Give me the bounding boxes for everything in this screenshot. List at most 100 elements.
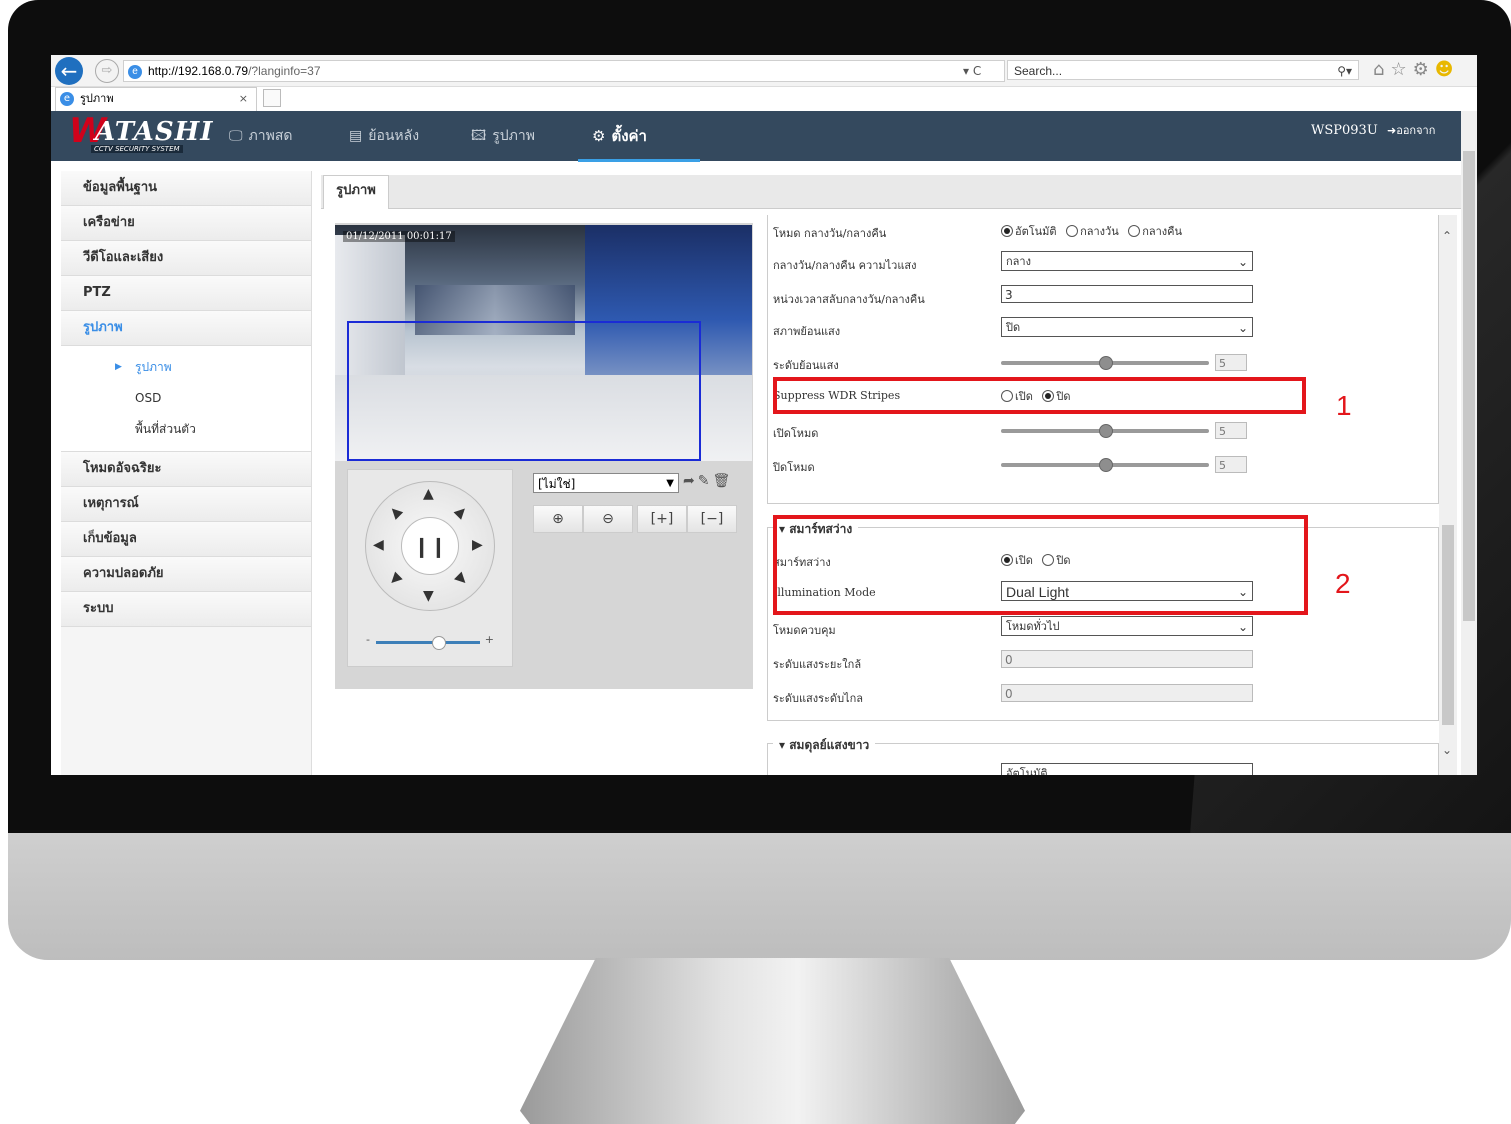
sidebar-item-security[interactable]: ความปลอดภัย <box>61 557 311 592</box>
roi-box[interactable] <box>347 321 701 461</box>
collapse-icon[interactable]: ▾ <box>779 738 785 752</box>
image-icon: 🖾 <box>471 128 487 144</box>
menu-playback[interactable]: ▤ ย้อนหลัง <box>349 111 419 161</box>
close-icon[interactable]: × <box>239 88 248 110</box>
preview-panel: 01/12/2011 00:01:17 ▲ ▼ ◀ ▶ ▲ ▲ ▼ ▼ ❙❙ -… <box>335 223 753 689</box>
sidebar-subitem-privacy[interactable]: พื้นที่ส่วนตัว <box>61 414 311 445</box>
screen: ← ⇨ e http://192.168.0.79/?langinfo=37 ▾ … <box>51 55 1477 775</box>
goto-preset-icon[interactable]: ➦ <box>683 473 698 489</box>
settings-scrollbar[interactable]: ⌃ ⌄ <box>1439 215 1457 775</box>
mode-off-slider[interactable] <box>1001 457 1209 472</box>
star-icon[interactable]: ☆ <box>1390 59 1412 80</box>
arrow-down-icon[interactable]: ▼ <box>423 588 434 604</box>
arrow-up-icon[interactable]: ▲ <box>423 486 434 502</box>
trash-icon[interactable]: 🗑 <box>712 473 733 489</box>
slider-knob[interactable] <box>1099 423 1113 438</box>
radio-day[interactable] <box>1066 225 1079 237</box>
sidebar-subitem-image[interactable]: ▶ รูปภาพ <box>61 352 311 383</box>
browser-tab[interactable]: e รูปภาพ × <box>55 87 257 111</box>
zoom-in-button[interactable]: ⊕ <box>533 505 583 533</box>
switch-delay-input[interactable]: 3 <box>1001 285 1253 303</box>
near-light-input: 0 <box>1001 650 1253 668</box>
ptz-direction-pad[interactable]: ▲ ▼ ◀ ▶ ▲ ▲ ▼ ▼ ❙❙ <box>365 481 495 611</box>
row-switch-delay: หน่วงเวลาสลับกลางวัน/กลางคืน 3 <box>773 285 1433 309</box>
film-icon: ▤ <box>349 128 363 144</box>
url-field[interactable]: e http://192.168.0.79/?langinfo=37 <box>123 60 1005 82</box>
pause-icon[interactable]: ❙❙ <box>401 517 459 575</box>
mode-off-value: 5 <box>1215 456 1247 473</box>
focus-far-button[interactable]: [−] <box>687 505 737 533</box>
settings-scrollbar-thumb[interactable] <box>1442 525 1454 725</box>
backlight-level-slider[interactable] <box>1001 355 1209 370</box>
monitor-chin <box>8 833 1511 960</box>
home-icon[interactable]: ⌂ <box>1373 59 1390 80</box>
radio-night[interactable] <box>1128 225 1141 237</box>
smiley-icon[interactable]: ☻ <box>1435 59 1460 80</box>
address-bar-row: ← ⇨ e http://192.168.0.79/?langinfo=37 ▾ … <box>51 55 1477 87</box>
slider-knob[interactable] <box>432 636 446 650</box>
sidebar-item-basic-info[interactable]: ข้อมูลพื้นฐาน <box>61 171 311 206</box>
chevron-down-icon: ▼ <box>666 478 674 489</box>
menu-picture[interactable]: 🖾 รูปภาพ <box>471 111 535 161</box>
monitor-stand <box>520 958 1025 1124</box>
sensitivity-select[interactable]: กลาง ⌄ <box>1001 251 1253 271</box>
monitor-icon: 🖵 <box>229 128 243 144</box>
logo: W ATASHI CCTV SECURITY SYSTEM <box>69 111 214 153</box>
mode-on-value: 5 <box>1215 422 1247 439</box>
radio-auto[interactable] <box>1001 225 1013 237</box>
arrow-down-left-icon[interactable]: ▼ <box>386 570 405 589</box>
slider-knob[interactable] <box>1099 457 1113 472</box>
sidebar-subitem-osd[interactable]: OSD <box>61 383 311 414</box>
menu-live[interactable]: 🖵 ภาพสด <box>229 111 292 161</box>
sidebar-item-events[interactable]: เหตุการณ์ <box>61 487 311 522</box>
row-mode-on: เปิดโหมด 5 <box>773 419 1433 443</box>
ptz-control: ▲ ▼ ◀ ▶ ▲ ▲ ▼ ▼ ❙❙ - + <box>347 469 513 667</box>
tab-image[interactable]: รูปภาพ <box>323 175 389 209</box>
ptz-speed-slider[interactable]: - + <box>366 633 494 650</box>
chevron-down-icon: ⌄ <box>1237 321 1248 335</box>
arrow-right-icon[interactable]: ▶ <box>472 537 483 553</box>
sidebar-item-storage[interactable]: เก็บข้อมูล <box>61 522 311 557</box>
menu-settings[interactable]: ⚙ ตั้งค่า <box>592 111 647 161</box>
ie-icon: e <box>60 92 74 106</box>
arrow-up-right-icon[interactable]: ▲ <box>452 503 471 522</box>
annotation-label-2: 2 <box>1335 568 1351 599</box>
scroll-down-icon[interactable]: ⌄ <box>1442 743 1452 757</box>
row-day-night-sensitivity: กลางวัน/กลางคืน ความไวแสง กลาง ⌄ <box>773 251 1433 275</box>
search-icon[interactable]: ⚲▾ <box>1337 61 1352 81</box>
refresh-button[interactable]: ▾ C <box>963 64 981 78</box>
white-balance-select[interactable]: อัตโนมัติ ⌄ <box>1001 763 1253 775</box>
chevron-down-icon: ⌄ <box>1237 620 1248 634</box>
back-button[interactable]: ← <box>55 57 83 85</box>
new-tab-button[interactable] <box>263 89 281 107</box>
page-scrollbar[interactable] <box>1461 111 1477 775</box>
arrow-down-right-icon[interactable]: ▼ <box>452 570 471 589</box>
gear-icon[interactable]: ⚙ <box>1413 59 1435 80</box>
control-mode-select[interactable]: โหมดทั่วไป ⌄ <box>1001 616 1253 636</box>
zoom-out-button[interactable]: ⊖ <box>583 505 633 533</box>
arrow-left-icon[interactable]: ◀ <box>373 537 384 553</box>
backlight-select[interactable]: ปิด ⌄ <box>1001 317 1253 337</box>
backlight-level-value: 5 <box>1215 354 1247 371</box>
mode-on-slider[interactable] <box>1001 423 1209 438</box>
row-backlight: สภาพย้อนแสง ปิด ⌄ <box>773 317 1433 341</box>
sidebar-item-ptz[interactable]: PTZ <box>61 276 311 311</box>
sidebar-item-network[interactable]: เครือข่าย <box>61 206 311 241</box>
chevron-down-icon: ⌄ <box>1237 767 1248 775</box>
sidebar-item-video-audio[interactable]: วีดีโอและเสียง <box>61 241 311 276</box>
edit-icon[interactable]: ✎ <box>698 473 713 489</box>
sidebar-item-smart[interactable]: โหมดอัจฉริยะ <box>61 452 311 487</box>
sidebar-item-image[interactable]: รูปภาพ <box>61 311 311 346</box>
scroll-up-icon[interactable]: ⌃ <box>1442 229 1452 243</box>
preset-select[interactable]: [ไม่ใช่] ▼ <box>533 473 679 493</box>
focus-near-button[interactable]: [+] <box>637 505 687 533</box>
slider-knob[interactable] <box>1099 355 1113 370</box>
page-scrollbar-thumb[interactable] <box>1463 151 1475 621</box>
live-video[interactable]: 01/12/2011 00:01:17 <box>335 225 752 461</box>
content-tab-bar: รูปภาพ <box>321 175 1461 209</box>
sidebar-item-system[interactable]: ระบบ <box>61 592 311 627</box>
row-day-night-mode: โหมด กลางวัน/กลางคืน อัตโนมัติ กลางวัน ก… <box>773 225 1183 240</box>
forward-button[interactable]: ⇨ <box>95 59 119 83</box>
arrow-up-left-icon[interactable]: ▲ <box>386 503 405 522</box>
search-input[interactable]: Search... ⚲▾ <box>1007 60 1359 80</box>
